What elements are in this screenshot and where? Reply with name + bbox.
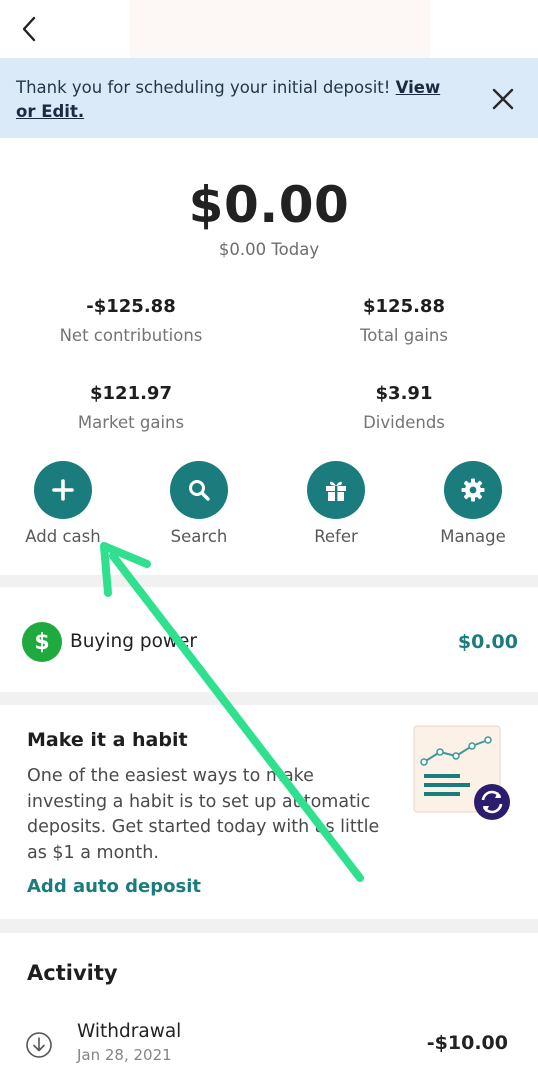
search-button[interactable]: Search: [139, 461, 259, 546]
banner-text: Thank you for scheduling your initial de…: [16, 78, 396, 97]
section-divider: [0, 575, 538, 587]
stat-label: Market gains: [77, 413, 185, 432]
habit-title: Make it a habit: [27, 729, 188, 751]
back-button[interactable]: [14, 12, 44, 46]
gift-icon: [326, 481, 346, 501]
auto-deposit-illustration: [413, 725, 510, 820]
add-cash-circle[interactable]: [34, 461, 92, 519]
plus-icon: [52, 479, 74, 501]
dollar-icon: $: [22, 622, 62, 662]
section-divider: [0, 919, 538, 933]
buying-power-label: Buying power: [70, 631, 198, 652]
action-label: Add cash: [25, 527, 101, 546]
manage-circle[interactable]: [444, 461, 502, 519]
stat-value: $3.91: [375, 383, 433, 404]
section-divider: [0, 692, 538, 705]
refer-circle[interactable]: [307, 461, 365, 519]
search-circle[interactable]: [170, 461, 228, 519]
buying-power-value: $0.00: [457, 631, 518, 653]
stat-total-gains: $125.88 Total gains: [284, 296, 524, 345]
banner-close-button[interactable]: [488, 84, 518, 114]
activity-title: Activity: [27, 961, 118, 985]
close-icon: [492, 88, 514, 110]
search-icon: [189, 480, 210, 501]
stat-dividends: $3.91 Dividends: [284, 383, 524, 432]
add-cash-button[interactable]: Add cash: [3, 461, 123, 546]
action-label: Search: [170, 527, 228, 546]
gear-icon: [461, 478, 485, 502]
stat-value: $121.97: [90, 383, 172, 404]
activity-name: Withdrawal: [77, 1021, 182, 1042]
stat-label: Net contributions: [59, 326, 203, 345]
stat-net-contributions: -$125.88 Net contributions: [11, 296, 251, 345]
action-label: Manage: [440, 527, 506, 546]
activity-amount: -$10.00: [426, 1032, 508, 1054]
stat-value: -$125.88: [86, 296, 176, 317]
chevron-left-icon: [22, 16, 36, 42]
stat-value: $125.88: [363, 296, 445, 317]
today-change: $0.00 Today: [218, 240, 320, 259]
activity-date: Jan 28, 2021: [77, 1046, 172, 1064]
action-label: Refer: [314, 527, 358, 546]
download-circle-icon: [26, 1032, 52, 1058]
habit-body: One of the easiest ways to make investin…: [27, 766, 380, 863]
deposit-banner: Thank you for scheduling your initial de…: [0, 58, 538, 138]
manage-button[interactable]: Manage: [413, 461, 533, 546]
banner-message: Thank you for scheduling your initial de…: [16, 76, 456, 124]
stat-market-gains: $121.97 Market gains: [11, 383, 251, 432]
account-balance: $0.00: [188, 176, 350, 234]
add-auto-deposit-link[interactable]: Add auto deposit: [27, 876, 201, 897]
stat-label: Total gains: [359, 326, 448, 345]
refer-button[interactable]: Refer: [276, 461, 396, 546]
stat-label: Dividends: [363, 413, 445, 432]
